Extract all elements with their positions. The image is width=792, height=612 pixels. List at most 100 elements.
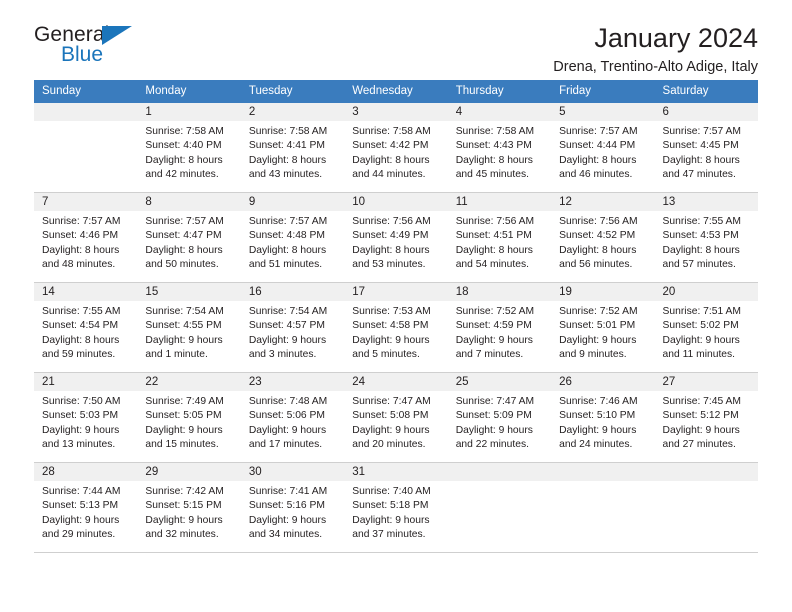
- sunrise-text: Sunrise: 7:57 AM: [145, 216, 224, 227]
- daylight-text-line1: Daylight: 8 hours: [662, 154, 740, 166]
- daylight-text-line1: Daylight: 9 hours: [248, 334, 327, 346]
- sunset-text: Sunset: 4:59 PM: [455, 320, 532, 332]
- day-cell[interactable]: 23 Sunrise: 7:48 AM Sunset: 5:06 PM Dayligh…: [240, 372, 345, 463]
- day-cell-empty: [447, 462, 552, 553]
- day-cell[interactable]: 3 Sunrise: 7:58 AM Sunset: 4:42 PM Daylight…: [344, 102, 448, 193]
- sunset-text: Sunset: 5:13 PM: [42, 500, 119, 512]
- day-cell[interactable]: 2 Sunrise: 7:58 AM Sunset: 4:41 PM Daylight…: [240, 102, 345, 193]
- day-cell[interactable]: 24 Sunrise: 7:47 AM Sunset: 5:08 PM Dayligh…: [344, 372, 448, 463]
- day-number: 24: [344, 373, 448, 391]
- day-cell[interactable]: 22 Sunrise: 7:49 AM Sunset: 5:05 PM Dayligh…: [137, 372, 241, 463]
- day-cell[interactable]: 20 Sunrise: 7:51 AM Sunset: 5:02 PM Dayligh…: [654, 282, 758, 373]
- sunset-text: Sunset: 4:42 PM: [352, 140, 429, 152]
- sunrise-text: Sunrise: 7:42 AM: [145, 486, 224, 497]
- weekday-header-wednesday: Wednesday: [344, 80, 448, 103]
- daylight-text-line1: Daylight: 9 hours: [352, 334, 430, 346]
- sunset-text: Sunset: 5:02 PM: [662, 320, 739, 332]
- day-details: Sunrise: 7:46 AM Sunset: 5:10 PM Daylight:…: [551, 391, 654, 453]
- sunrise-text: Sunrise: 7:57 AM: [559, 126, 638, 137]
- daylight-text-line1: Daylight: 9 hours: [248, 514, 327, 526]
- day-number: 23: [240, 373, 345, 391]
- day-number: 17: [344, 283, 448, 301]
- day-cell[interactable]: 11 Sunrise: 7:56 AM Sunset: 4:51 PM Dayligh…: [447, 192, 552, 283]
- sunrise-text: Sunrise: 7:55 AM: [42, 306, 121, 317]
- day-cell[interactable]: 4 Sunrise: 7:58 AM Sunset: 4:43 PM Daylight…: [447, 102, 552, 193]
- day-cell[interactable]: 31 Sunrise: 7:40 AM Sunset: 5:18 PM Dayligh…: [344, 462, 448, 553]
- day-number: 3: [344, 103, 448, 121]
- day-number: 18: [447, 283, 552, 301]
- day-cell[interactable]: 30 Sunrise: 7:41 AM Sunset: 5:16 PM Dayligh…: [240, 462, 345, 553]
- day-details: Sunrise: 7:52 AM Sunset: 5:01 PM Daylight:…: [551, 301, 654, 363]
- general-blue-logo[interactable]: General Blue: [34, 24, 142, 70]
- day-number: 10: [344, 193, 448, 211]
- daylight-text-line2: and 22 minutes.: [455, 439, 529, 451]
- day-details: Sunrise: 7:58 AM Sunset: 4:40 PM Daylight:…: [137, 121, 240, 183]
- day-cell[interactable]: 26 Sunrise: 7:46 AM Sunset: 5:10 PM Dayligh…: [551, 372, 655, 463]
- daylight-text-line2: and 17 minutes.: [248, 439, 323, 451]
- daylight-text-line1: Daylight: 9 hours: [559, 334, 637, 346]
- day-cell[interactable]: 8 Sunrise: 7:57 AM Sunset: 4:47 PM Daylight…: [137, 192, 241, 283]
- day-details: Sunrise: 7:47 AM Sunset: 5:09 PM Daylight:…: [448, 391, 551, 453]
- day-cell[interactable]: 21 Sunrise: 7:50 AM Sunset: 5:03 PM Dayligh…: [34, 372, 138, 463]
- day-cell[interactable]: 5 Sunrise: 7:57 AM Sunset: 4:44 PM Daylight…: [551, 102, 655, 193]
- daylight-text-line1: Daylight: 8 hours: [455, 154, 533, 166]
- day-cell[interactable]: 1 Sunrise: 7:58 AM Sunset: 4:40 PM Daylight…: [137, 102, 241, 193]
- day-cell[interactable]: 10 Sunrise: 7:56 AM Sunset: 4:49 PM Dayligh…: [344, 192, 448, 283]
- day-details: Sunrise: 7:58 AM Sunset: 4:43 PM Daylight:…: [448, 121, 551, 183]
- day-number: 26: [551, 373, 655, 391]
- sunrise-text: Sunrise: 7:58 AM: [248, 126, 328, 137]
- day-cell[interactable]: 17 Sunrise: 7:53 AM Sunset: 4:58 PM Dayligh…: [344, 282, 448, 373]
- daylight-text-line2: and 54 minutes.: [455, 259, 529, 271]
- daylight-text-line1: Daylight: 8 hours: [662, 244, 740, 256]
- daylight-text-line2: and 27 minutes.: [662, 439, 736, 451]
- day-cell[interactable]: 6 Sunrise: 7:57 AM Sunset: 4:45 PM Daylight…: [654, 102, 758, 193]
- calendar-body: 1 Sunrise: 7:58 AM Sunset: 4:40 PM Daylight…: [34, 102, 758, 553]
- daylight-text-line1: Daylight: 8 hours: [145, 244, 223, 256]
- calendar-week-row: 21 Sunrise: 7:50 AM Sunset: 5:03 PM Dayligh…: [34, 372, 758, 463]
- daylight-text-line1: Daylight: 9 hours: [42, 424, 120, 436]
- day-cell[interactable]: 25 Sunrise: 7:47 AM Sunset: 5:09 PM Dayligh…: [447, 372, 552, 463]
- day-cell[interactable]: 19 Sunrise: 7:52 AM Sunset: 5:01 PM Dayligh…: [551, 282, 655, 373]
- daylight-text-line1: Daylight: 9 hours: [248, 424, 327, 436]
- day-cell[interactable]: 14 Sunrise: 7:55 AM Sunset: 4:54 PM Dayligh…: [34, 282, 138, 373]
- day-details: Sunrise: 7:58 AM Sunset: 4:41 PM Daylight:…: [241, 121, 344, 183]
- sunrise-text: Sunrise: 7:56 AM: [559, 216, 638, 227]
- sunset-text: Sunset: 4:55 PM: [145, 320, 222, 332]
- day-cell[interactable]: 13 Sunrise: 7:55 AM Sunset: 4:53 PM Dayligh…: [654, 192, 758, 283]
- weekday-header-saturday: Saturday: [654, 80, 758, 103]
- sunrise-text: Sunrise: 7:57 AM: [248, 216, 328, 227]
- day-cell[interactable]: 7 Sunrise: 7:57 AM Sunset: 4:46 PM Daylight…: [34, 192, 138, 283]
- day-cell[interactable]: 28 Sunrise: 7:44 AM Sunset: 5:13 PM Dayligh…: [34, 462, 138, 553]
- day-number: 14: [34, 283, 138, 301]
- sunset-text: Sunset: 4:47 PM: [145, 230, 222, 242]
- day-details: Sunrise: 7:49 AM Sunset: 5:05 PM Daylight:…: [137, 391, 240, 453]
- day-number: [654, 463, 758, 481]
- daylight-text-line1: Daylight: 8 hours: [559, 154, 637, 166]
- day-cell[interactable]: 29 Sunrise: 7:42 AM Sunset: 5:15 PM Dayligh…: [137, 462, 241, 553]
- sunrise-text: Sunrise: 7:40 AM: [352, 486, 431, 497]
- sunrise-text: Sunrise: 7:49 AM: [145, 396, 224, 407]
- daylight-text-line1: Daylight: 9 hours: [662, 424, 740, 436]
- day-number: 29: [137, 463, 241, 481]
- sunset-text: Sunset: 5:18 PM: [352, 500, 429, 512]
- day-number: [34, 103, 138, 121]
- day-cell[interactable]: 12 Sunrise: 7:56 AM Sunset: 4:52 PM Dayligh…: [551, 192, 655, 283]
- day-details: Sunrise: 7:47 AM Sunset: 5:08 PM Daylight:…: [344, 391, 447, 453]
- sunset-text: Sunset: 5:03 PM: [42, 410, 119, 422]
- day-cell[interactable]: 27 Sunrise: 7:45 AM Sunset: 5:12 PM Dayligh…: [654, 372, 758, 463]
- daylight-text-line2: and 32 minutes.: [145, 529, 219, 541]
- day-cell[interactable]: 18 Sunrise: 7:52 AM Sunset: 4:59 PM Dayligh…: [447, 282, 552, 373]
- calendar-week-row: 1 Sunrise: 7:58 AM Sunset: 4:40 PM Daylight…: [34, 102, 758, 193]
- day-cell[interactable]: 16 Sunrise: 7:54 AM Sunset: 4:57 PM Dayligh…: [240, 282, 345, 373]
- sunset-text: Sunset: 5:08 PM: [352, 410, 429, 422]
- sunset-text: Sunset: 4:46 PM: [42, 230, 119, 242]
- sunrise-text: Sunrise: 7:50 AM: [42, 396, 121, 407]
- daylight-text-line1: Daylight: 9 hours: [662, 334, 740, 346]
- day-cell[interactable]: 9 Sunrise: 7:57 AM Sunset: 4:48 PM Daylight…: [240, 192, 345, 283]
- daylight-text-line2: and 34 minutes.: [248, 529, 323, 541]
- daylight-text-line1: Daylight: 9 hours: [455, 334, 533, 346]
- daylight-text-line1: Daylight: 9 hours: [145, 514, 223, 526]
- day-cell[interactable]: 15 Sunrise: 7:54 AM Sunset: 4:55 PM Dayligh…: [137, 282, 241, 373]
- weekday-header-friday: Friday: [551, 80, 655, 103]
- calendar-table: Sunday Monday Tuesday Wednesday Thursday…: [34, 80, 758, 553]
